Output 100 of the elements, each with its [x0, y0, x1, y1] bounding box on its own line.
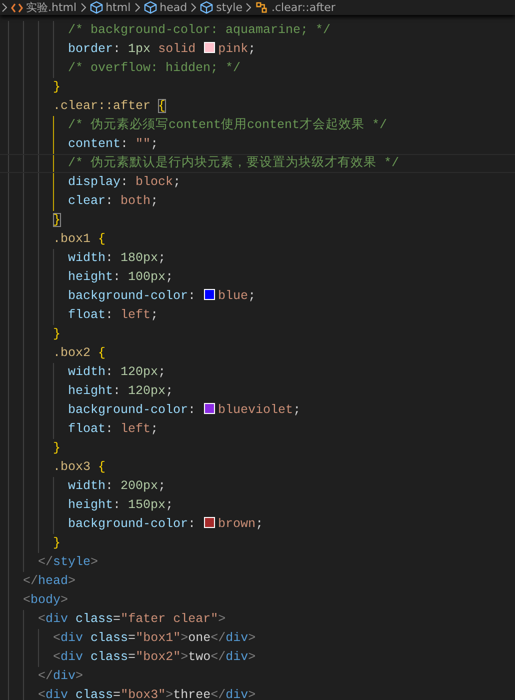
- css-selector: .box2: [52, 346, 92, 360]
- tag-name: div: [46, 688, 68, 700]
- tag-bracket: </: [210, 631, 226, 645]
- breadcrumb-item[interactable]: head: [160, 1, 188, 14]
- css-value: block: [136, 175, 174, 189]
- css-value: brown: [218, 517, 256, 531]
- code-punctuation: :: [113, 270, 122, 284]
- code-comment: /* overflow: hidden; */: [67, 61, 241, 75]
- tag-name: div: [60, 650, 84, 664]
- tag-name: body: [30, 593, 61, 607]
- code-punctuation: :: [120, 175, 130, 189]
- color-swatch[interactable]: [204, 42, 216, 53]
- tag-bracket: </: [210, 650, 226, 664]
- tag-bracket: >: [90, 555, 98, 569]
- chevron-icon: [80, 3, 86, 12]
- breadcrumb-item[interactable]: 实验.html: [26, 1, 77, 14]
- color-swatch[interactable]: [204, 517, 216, 528]
- code-brace: }: [52, 441, 61, 455]
- css-value: "": [136, 137, 151, 151]
- css-value: both: [120, 194, 151, 208]
- attribute-name: class: [90, 631, 128, 645]
- element-text: one: [188, 631, 211, 645]
- tag-bracket: >: [248, 650, 256, 664]
- css-property: content: [67, 137, 121, 151]
- css-value: blueviolet: [218, 403, 294, 417]
- css-number: 200px: [120, 479, 158, 493]
- tag-bracket: >: [180, 650, 188, 664]
- code-punctuation: :: [188, 403, 197, 417]
- code-brace: {: [98, 346, 106, 360]
- code-brace: }: [52, 80, 61, 94]
- tag-bracket: <: [52, 631, 61, 645]
- css-value: pink: [218, 42, 248, 56]
- code-comment: /* 伪元素默认是行内块元素，要设置为块级才有效果 */: [67, 156, 400, 170]
- code-punctuation: :: [113, 384, 122, 398]
- code-punctuation: :: [120, 137, 130, 151]
- code-punctuation: ;: [158, 365, 166, 379]
- element-text: three: [173, 688, 211, 700]
- css-value: solid: [157, 42, 197, 56]
- tag-bracket: </: [22, 574, 38, 588]
- code-punctuation: :: [188, 517, 197, 531]
- breadcrumb-item[interactable]: style: [216, 1, 242, 14]
- tag-bracket: <: [37, 612, 46, 626]
- symbol-icon: [255, 1, 268, 14]
- code-punctuation: :: [113, 42, 122, 56]
- code-punctuation: =: [113, 688, 121, 700]
- cube-icon: [144, 1, 157, 14]
- css-property: height: [67, 384, 114, 398]
- tag-bracket: >: [248, 688, 256, 700]
- code-comment: /* background-color: aquamarine; */: [67, 23, 331, 37]
- tag-bracket: >: [180, 631, 188, 645]
- element-text: two: [188, 650, 211, 664]
- tag-name: style: [53, 555, 91, 569]
- code-punctuation: =: [128, 631, 136, 645]
- css-value: left: [120, 422, 151, 436]
- code-punctuation: ;: [150, 308, 158, 322]
- css-property: height: [67, 270, 114, 284]
- chevron-icon: [134, 3, 140, 12]
- tag-bracket: </: [210, 688, 226, 700]
- color-swatch[interactable]: [204, 403, 216, 414]
- code-punctuation: :: [106, 194, 114, 208]
- code-punctuation: ;: [166, 498, 174, 512]
- attribute-name: class: [90, 650, 128, 664]
- chevron-icon: [246, 3, 252, 12]
- tag-bracket: >: [166, 688, 174, 700]
- css-property: background-color: [67, 517, 188, 531]
- code-punctuation: :: [106, 251, 114, 265]
- tag-bracket: <: [22, 593, 31, 607]
- code-punctuation: ;: [150, 137, 158, 151]
- tag-bracket: >: [218, 612, 226, 626]
- tag-name: div: [46, 612, 68, 626]
- breadcrumb-item[interactable]: .clear::after: [271, 1, 336, 14]
- css-property: float: [67, 422, 106, 436]
- code-brace: }: [52, 536, 61, 550]
- code-comment: /* 伪元素必须写content使用content才会起效果 */: [67, 118, 388, 132]
- code-punctuation: :: [188, 289, 197, 303]
- css-property: width: [67, 479, 106, 493]
- code-brace: }: [52, 213, 61, 227]
- code-punctuation: ;: [293, 403, 301, 417]
- code-brace: {: [98, 232, 106, 246]
- code-brace: {: [158, 99, 166, 113]
- code-punctuation: =: [128, 650, 136, 664]
- code-punctuation: ;: [150, 422, 158, 436]
- tag-bracket: <: [37, 688, 46, 700]
- css-number: 120px: [128, 384, 166, 398]
- color-swatch[interactable]: [204, 289, 216, 300]
- css-selector: .box1: [52, 232, 92, 246]
- css-selector: .clear::after: [52, 99, 152, 113]
- css-number: 150px: [128, 498, 166, 512]
- cube-icon: [90, 1, 103, 14]
- css-property: clear: [67, 194, 106, 208]
- attribute-name: class: [74, 688, 114, 700]
- breadcrumb-item[interactable]: html: [106, 1, 131, 14]
- code-punctuation: ;: [158, 251, 166, 265]
- attribute-value: "fater clear": [120, 612, 218, 626]
- css-property: width: [67, 365, 106, 379]
- cube-icon: [200, 1, 214, 14]
- attribute-value: "box2": [136, 650, 181, 664]
- code-brace: {: [98, 460, 106, 474]
- tag-name: div: [226, 688, 248, 700]
- attribute-name: class: [74, 612, 114, 626]
